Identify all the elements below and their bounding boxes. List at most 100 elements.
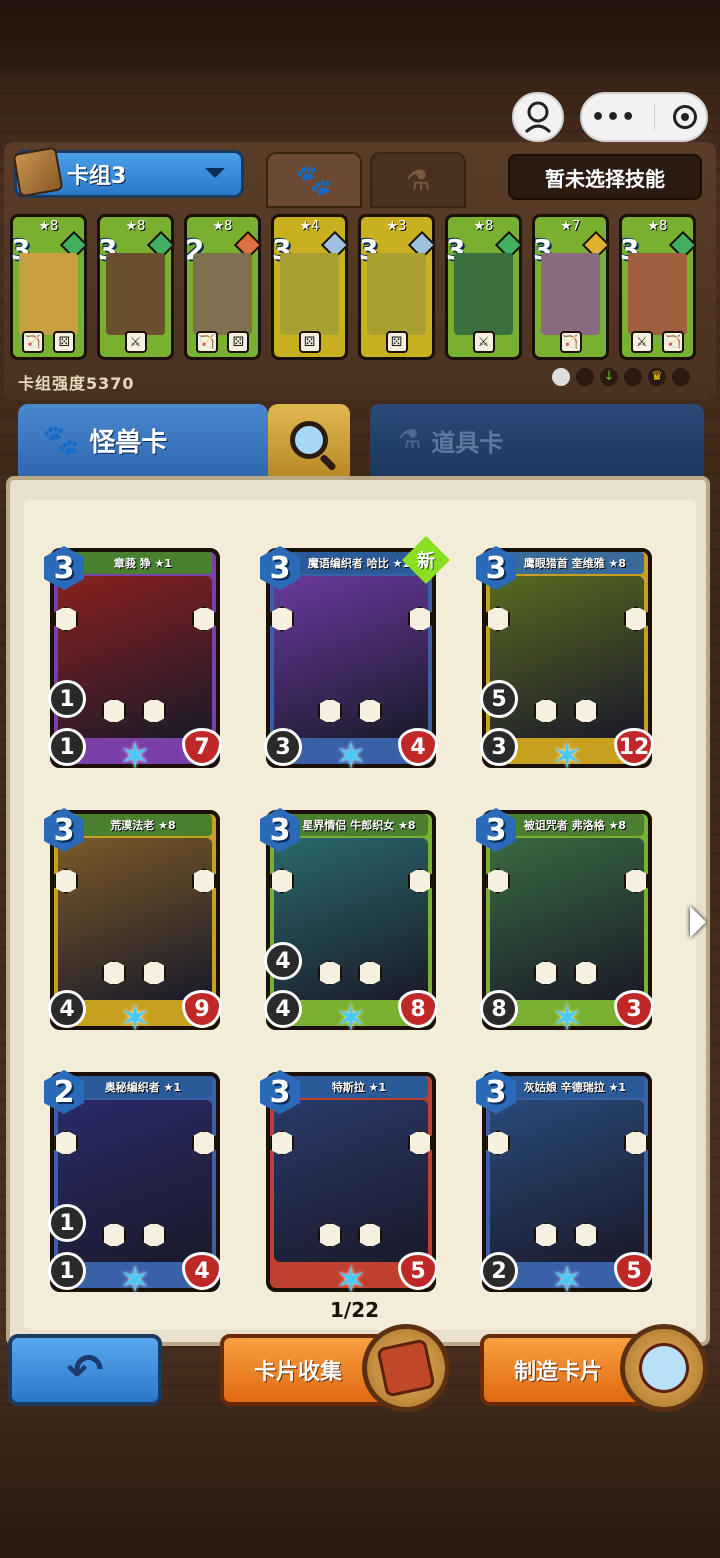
card-collection-badge[interactable] [362,1324,450,1412]
card-name: 荒漠法老 ★8 [74,814,212,836]
card-name: 章莪 狰 ★1 [74,552,212,574]
card-pack-icon [376,1338,436,1398]
trait-icon: ⚔ [630,331,653,353]
more-icon[interactable]: ••• [591,105,636,130]
card-trait-icons: 🏹 ⚄ [17,331,80,353]
potion-icon: ⚗ [405,163,431,197]
card-art [367,253,426,335]
card-attack: 3 [264,728,302,766]
search-button[interactable] [268,404,350,476]
deck-tab-item[interactable]: ⚗ [370,152,466,208]
bottom-wood-strip [0,1412,720,1558]
collection-card[interactable]: 奥秘编织者 ★1 2 1 1 4 ✶ [44,1070,222,1300]
card-attack: 8 [480,990,518,1028]
deck-strength: 卡组强度5370 [18,374,135,393]
card-trait-icons: ⚔ 🏹 [626,331,689,353]
deck-card[interactable]: ★8 3 ⚔ [97,214,176,360]
deck-tab-monster[interactable]: 🐾 [266,152,362,208]
card-range: 1 [48,680,86,718]
card-name: 被诅咒者 弗洛格 ★8 [506,814,644,836]
card-attack: 4 [264,990,302,1028]
skill-selector[interactable]: 暂未选择技能 [508,154,702,200]
back-arrow-icon: ↶ [66,1344,104,1396]
trait-icon: ⚔ [472,331,495,353]
trait-icon: ⚔ [124,331,147,353]
tab-monster-cards[interactable]: 🐾 怪兽卡 [18,404,268,476]
card-name: 特斯拉 ★1 [290,1076,428,1098]
deck-card[interactable]: ★4 3 ⚄ [271,214,350,360]
rarity-star-icon: ✶ [551,996,583,1040]
trait-icon: 🏹 [195,331,218,353]
card-art [19,253,78,335]
card-trait-icons: ⚔ [452,331,515,353]
card-art [454,253,513,335]
rarity-star-icon: ✶ [551,734,583,778]
card-attack: 4 [48,990,86,1028]
tab-item-cards[interactable]: ⚗ 道具卡 [370,404,704,476]
trait-icon: ⚄ [53,331,76,353]
rarity-star-icon: ✶ [335,734,367,778]
card-trait-icons: ⚔ [104,331,167,353]
card-name: 奥秘编织者 ★1 [74,1076,212,1098]
collection-card[interactable]: 魔语编织者 哈比 ★1 3 3 4 ✶ 新 [260,536,450,776]
collection-card[interactable]: 鹰眼猎首 奎维雅 ★8 3 5 3 12 ✶ [476,546,654,776]
back-button[interactable]: ↶ [8,1334,162,1406]
deck-card[interactable]: ★8 3 ⚔ [445,214,524,360]
deck-card[interactable]: ★8 3 ⚔ 🏹 [619,214,698,360]
dark-icon [672,368,690,386]
trait-icon: 🏹 [21,331,44,353]
card-art [106,253,165,335]
craft-card-badge[interactable] [620,1324,708,1412]
card-trait-icons: 🏹 ⚄ [191,331,254,353]
craft-label: 制造卡片 [514,1360,603,1385]
deck-card-row: ★8 3 🏹 ⚄ ★8 3 ⚔ ★8 2 🏹 ⚄ ★4 3 ⚄ ★3 3 ⚄ ★… [10,214,710,362]
dark-icon [576,368,594,386]
tab-item-label: 道具卡 [431,428,504,457]
rarity-star-icon: ✶ [551,1258,583,1302]
card-name: 灰姑娘 辛德瑞拉 ★1 [506,1076,644,1098]
card-art [541,253,600,335]
collection-card[interactable]: 特斯拉 ★1 3 5 ✶ [260,1070,438,1300]
deck-status-icons: ↓ ♛ [552,368,690,386]
rarity-star-icon: ✶ [119,996,151,1040]
card-trait-icons: ⚄ [278,331,341,353]
next-page-arrow-icon[interactable] [690,906,706,938]
deck-card[interactable]: ★3 3 ⚄ [358,214,437,360]
trophy-icon: ♛ [648,368,666,386]
trait-icon: ⚄ [298,331,321,353]
deck-card[interactable]: ★8 3 🏹 ⚄ [10,214,89,360]
card-attack: 1 [48,1252,86,1290]
rarity-star-icon: ✶ [119,1258,151,1302]
card-range: 1 [48,1204,86,1242]
collection-card[interactable]: 章莪 狰 ★1 3 1 1 7 ✶ [44,546,222,776]
card-range: 5 [480,680,518,718]
deck-name: 卡组3 [67,164,127,189]
status-bar [0,0,720,70]
card-trait-icons: 🏹 [539,331,602,353]
profile-button[interactable] [512,92,564,142]
chevron-down-icon [205,168,225,178]
collection-card[interactable]: 星界情侣 牛郎织女 ★8 3 4 4 8 ✶ [260,808,438,1038]
card-name: 星界情侣 牛郎织女 ★8 [290,814,428,836]
trait-icon: ⚄ [227,331,250,353]
card-attack: 3 [480,728,518,766]
rarity-star-icon: ✶ [335,996,367,1040]
deck-card[interactable]: ★8 2 🏹 ⚄ [184,214,263,360]
trait-icon: 🏹 [559,331,582,353]
deck-card[interactable]: ★7 3 🏹 [532,214,611,360]
potion-icon: ⚗ [398,425,422,455]
close-target-icon[interactable] [673,105,698,129]
tab-monster-label: 怪兽卡 [89,427,168,458]
collection-card[interactable]: 荒漠法老 ★8 3 4 9 ✶ [44,808,222,1038]
search-icon [290,421,328,459]
person-icon [524,101,552,134]
card-trait-icons: ⚄ [365,331,428,353]
collect-label: 卡片收集 [254,1360,343,1385]
arrow-down-icon: ↓ [600,368,618,386]
paw-icon: 🐾 [295,162,333,198]
collection-card[interactable]: 灰姑娘 辛德瑞拉 ★1 3 2 5 ✶ [476,1070,654,1300]
collection-card[interactable]: 被诅咒者 弗洛格 ★8 3 8 3 ✶ [476,808,654,1038]
dark-icon [624,368,642,386]
paw-icon: 🐾 [42,422,80,458]
card-art [193,253,252,335]
